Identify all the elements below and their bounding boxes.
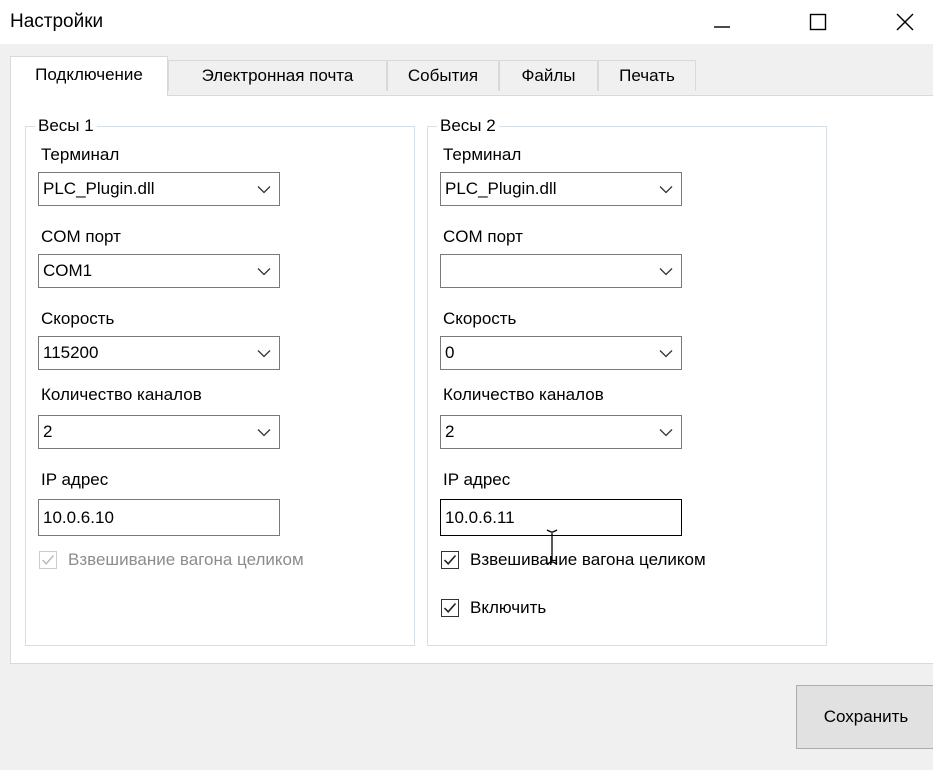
scale1-channels-label: Количество каналов: [41, 385, 202, 404]
chevron-down-icon: [659, 268, 673, 276]
chevron-down-icon: [257, 186, 271, 194]
chevron-down-icon: [659, 186, 673, 194]
scale2-terminal-value: PLC_Plugin.dll: [445, 179, 557, 198]
maximize-button[interactable]: [790, 0, 846, 44]
scale2-channels-label: Количество каналов: [443, 385, 604, 404]
scale1-ip-input[interactable]: 10.0.6.10: [38, 499, 280, 536]
scale2-ip-input[interactable]: 10.0.6.11: [440, 499, 682, 536]
scale1-channels-value: 2: [43, 422, 53, 441]
scale1-channels-select[interactable]: 2: [38, 415, 280, 449]
minimize-icon: [714, 26, 730, 28]
scale1-com-value: COM1: [43, 261, 93, 280]
scale1-group-title: Весы 1: [35, 116, 97, 136]
scale1-ip-label: IP адрес: [41, 470, 109, 489]
scale1-group: Весы 1 Терминал PLC_Plugin.dll COM порт …: [25, 116, 415, 646]
title-bar: Настройки: [0, 0, 933, 44]
scale1-terminal-value: PLC_Plugin.dll: [43, 179, 155, 198]
close-icon: [896, 13, 914, 31]
scale2-enable-checkbox[interactable]: Включить: [441, 596, 546, 620]
checkmark-icon: [443, 602, 457, 613]
scale1-weigh-whole-checkbox[interactable]: Взвешивание вагона целиком: [39, 548, 304, 572]
scale1-terminal-label: Терминал: [41, 145, 120, 164]
chevron-down-icon: [257, 429, 271, 437]
tab-email[interactable]: Электронная почта: [168, 60, 387, 91]
scale1-terminal-select[interactable]: PLC_Plugin.dll: [38, 172, 280, 206]
tab-events[interactable]: События: [387, 60, 499, 91]
scale1-ip-value: 10.0.6.10: [43, 508, 114, 527]
scale1-com-select[interactable]: COM1: [38, 254, 280, 288]
scale2-group-title: Весы 2: [437, 116, 499, 136]
checkbox-box: [441, 551, 459, 569]
scale2-speed-select[interactable]: 0: [440, 336, 682, 370]
scale2-speed-value: 0: [445, 343, 455, 362]
chevron-down-icon: [257, 350, 271, 358]
scale2-weigh-whole-checkbox[interactable]: Взвешивание вагона целиком: [441, 548, 706, 572]
scale1-com-label: COM порт: [41, 227, 121, 246]
scale2-terminal-label: Терминал: [443, 145, 522, 164]
scale2-group: Весы 2 Терминал PLC_Plugin.dll COM порт …: [427, 116, 827, 646]
tab-files[interactable]: Файлы: [499, 60, 598, 91]
checkmark-icon: [41, 554, 55, 565]
checkmark-icon: [443, 554, 457, 565]
scale2-channels-value: 2: [445, 422, 455, 441]
chevron-down-icon: [659, 350, 673, 358]
scale1-speed-label: Скорость: [41, 309, 115, 328]
save-button[interactable]: Сохранить: [796, 685, 933, 749]
close-button[interactable]: [877, 0, 933, 44]
scale2-speed-label: Скорость: [443, 309, 517, 328]
checkbox-box: [39, 551, 57, 569]
scale1-speed-value: 115200: [43, 343, 99, 362]
connection-tab-page: Весы 1 Терминал PLC_Plugin.dll COM порт …: [10, 95, 933, 664]
tab-connection[interactable]: Подключение: [10, 56, 168, 96]
scale2-terminal-select[interactable]: PLC_Plugin.dll: [440, 172, 682, 206]
scale2-enable-label: Включить: [470, 598, 547, 617]
scale2-weigh-whole-label: Взвешивание вагона целиком: [470, 550, 706, 569]
checkbox-box: [441, 599, 459, 617]
scale2-channels-select[interactable]: 2: [440, 415, 682, 449]
scale2-com-label: COM порт: [443, 227, 523, 246]
scale2-ip-value: 10.0.6.11: [445, 508, 515, 527]
tab-print[interactable]: Печать: [598, 60, 696, 91]
minimize-button[interactable]: [694, 0, 750, 44]
chevron-down-icon: [659, 429, 673, 437]
maximize-icon: [809, 13, 827, 31]
window-title: Настройки: [10, 11, 104, 32]
scale2-ip-label: IP адрес: [443, 470, 511, 489]
scale2-com-select[interactable]: [440, 254, 682, 288]
scale1-weigh-whole-label: Взвешивание вагона целиком: [68, 550, 304, 569]
chevron-down-icon: [257, 268, 271, 276]
scale1-speed-select[interactable]: 115200: [38, 336, 280, 370]
